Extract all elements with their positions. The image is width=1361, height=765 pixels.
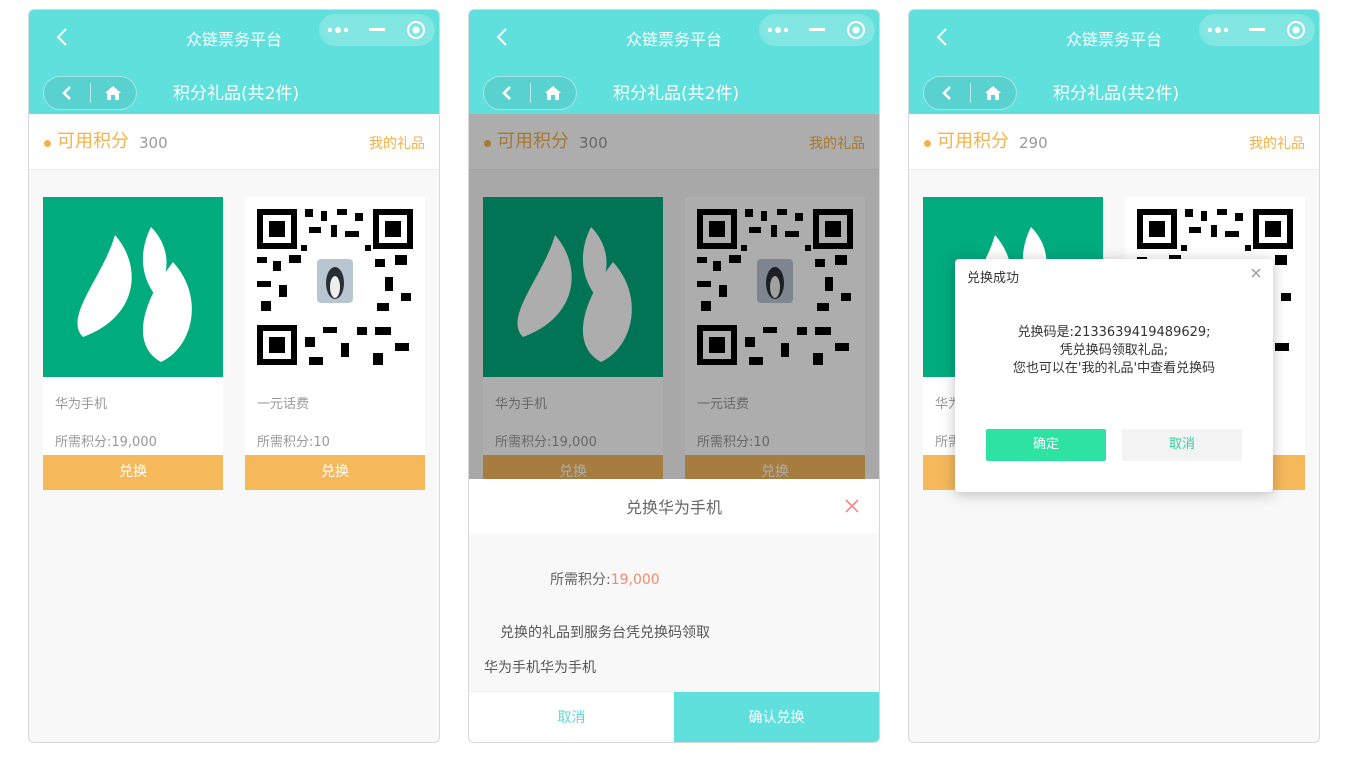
page-title: 积分礼品(共2件) bbox=[173, 84, 300, 104]
gift-card-phone-credit[interactable]: 一元话费 所需积分:10 兑换 bbox=[245, 197, 425, 490]
header-bar: 众链票务平台 积分礼品(共2件) bbox=[469, 10, 879, 114]
gift-points: 所需积分:10 bbox=[257, 435, 330, 450]
view-code-hint-line: 您也可以在'我的礼品'中查看兑换码 bbox=[1012, 361, 1216, 376]
gift-points: 所需积分:19,000 bbox=[55, 435, 157, 450]
nav-back-icon[interactable] bbox=[484, 77, 530, 109]
more-dots-icon[interactable] bbox=[319, 14, 358, 46]
redeem-button[interactable]: 兑换 bbox=[245, 455, 425, 490]
page-nav-pill bbox=[483, 76, 577, 110]
my-gifts-link[interactable]: 我的礼品 bbox=[1249, 134, 1305, 154]
sheet-footer: 取消 确认兑换 bbox=[469, 691, 879, 742]
ok-button[interactable]: 确定 bbox=[986, 429, 1106, 461]
cancel-button[interactable]: 取消 bbox=[469, 692, 674, 742]
page-title: 积分礼品(共2件) bbox=[613, 84, 740, 104]
minimize-icon[interactable] bbox=[798, 14, 837, 46]
success-dialog: 兑换成功 兑换码是:2133639419489629; 凭兑换码领取礼品; 您也… bbox=[955, 259, 1273, 492]
phone-screen-redeem-sheet: 众链票务平台 积分礼品(共2件) 可用积分 300 我的礼品 华为手机 所需积分… bbox=[468, 9, 880, 743]
close-icon[interactable] bbox=[843, 497, 861, 515]
page-title: 积分礼品(共2件) bbox=[1053, 84, 1180, 104]
dialog-message: 兑换码是:2133639419489629; 凭兑换码领取礼品; 您也可以在'我… bbox=[955, 324, 1273, 378]
available-points-label: 可用积分 bbox=[57, 131, 129, 152]
home-icon[interactable] bbox=[91, 77, 137, 109]
available-points-label: 可用积分 bbox=[937, 131, 1009, 152]
header-bar: 众链票务平台 积分礼品(共2件) bbox=[909, 10, 1319, 114]
my-gifts-link[interactable]: 我的礼品 bbox=[369, 134, 425, 154]
gift-name: 华为手机 bbox=[55, 397, 108, 412]
minimize-icon[interactable] bbox=[1238, 14, 1277, 46]
required-points: 所需积分:19,000 bbox=[550, 569, 660, 589]
available-points-value: 290 bbox=[1019, 134, 1048, 152]
page-nav-pill bbox=[923, 76, 1017, 110]
phone-screen-redeem-success: 众链票务平台 积分礼品(共2件) 可用积分 290 我的礼品 兑换成功 兑换码是… bbox=[908, 9, 1320, 743]
redeem-button[interactable]: 兑换 bbox=[43, 455, 223, 490]
page-nav-pill bbox=[43, 76, 137, 110]
more-dots-icon[interactable] bbox=[759, 14, 798, 46]
redeem-note: 兑换的礼品到服务台凭兑换码领取 bbox=[500, 625, 710, 641]
sheet-title: 兑换华为手机 bbox=[625, 498, 722, 517]
home-icon[interactable] bbox=[531, 77, 577, 109]
points-bar: 可用积分 300 我的礼品 bbox=[29, 114, 439, 170]
mini-program-capsule bbox=[759, 14, 875, 46]
mini-program-capsule bbox=[1199, 14, 1315, 46]
phone-screen-gift-list: 众链票务平台 积分礼品(共2件) 可用积分 300 我的礼品 华为手机 所需积分… bbox=[28, 9, 440, 743]
close-target-icon[interactable] bbox=[396, 14, 435, 46]
redeem-bottom-sheet: 兑换华为手机 所需积分:19,000 兑换的礼品到服务台凭兑换码领取 华为手机华… bbox=[469, 479, 879, 742]
bullet-dot-icon bbox=[924, 140, 931, 147]
mini-program-capsule bbox=[319, 14, 435, 46]
available-points-value: 300 bbox=[139, 134, 168, 152]
sheet-header: 兑换华为手机 bbox=[469, 479, 879, 534]
gift-name: 一元话费 bbox=[257, 397, 310, 412]
bullet-dot-icon bbox=[44, 140, 51, 147]
home-icon[interactable] bbox=[971, 77, 1017, 109]
minimize-icon[interactable] bbox=[358, 14, 397, 46]
required-points-label: 所需积分: bbox=[550, 572, 611, 588]
required-points-value: 19,000 bbox=[610, 572, 660, 588]
green-leaf-logo-icon bbox=[43, 197, 223, 377]
more-dots-icon[interactable] bbox=[1199, 14, 1238, 46]
qr-code-icon bbox=[245, 197, 425, 377]
close-target-icon[interactable] bbox=[836, 14, 875, 46]
cancel-button[interactable]: 取消 bbox=[1122, 429, 1242, 461]
header-bar: 众链票务平台 积分礼品(共2件) bbox=[29, 10, 439, 114]
points-bar: 可用积分 290 我的礼品 bbox=[909, 114, 1319, 170]
pickup-instruction-line: 凭兑换码领取礼品; bbox=[1059, 343, 1169, 358]
close-icon[interactable] bbox=[1249, 265, 1263, 279]
confirm-redeem-button[interactable]: 确认兑换 bbox=[674, 692, 879, 742]
gift-card-huawei[interactable]: 华为手机 所需积分:19,000 兑换 bbox=[43, 197, 223, 490]
nav-back-icon[interactable] bbox=[44, 77, 90, 109]
dialog-title: 兑换成功 bbox=[967, 271, 1020, 286]
gift-description: 华为手机华为手机 bbox=[484, 660, 596, 676]
nav-back-icon[interactable] bbox=[924, 77, 970, 109]
redeem-code-line: 兑换码是:2133639419489629; bbox=[1017, 325, 1211, 340]
close-target-icon[interactable] bbox=[1276, 14, 1315, 46]
